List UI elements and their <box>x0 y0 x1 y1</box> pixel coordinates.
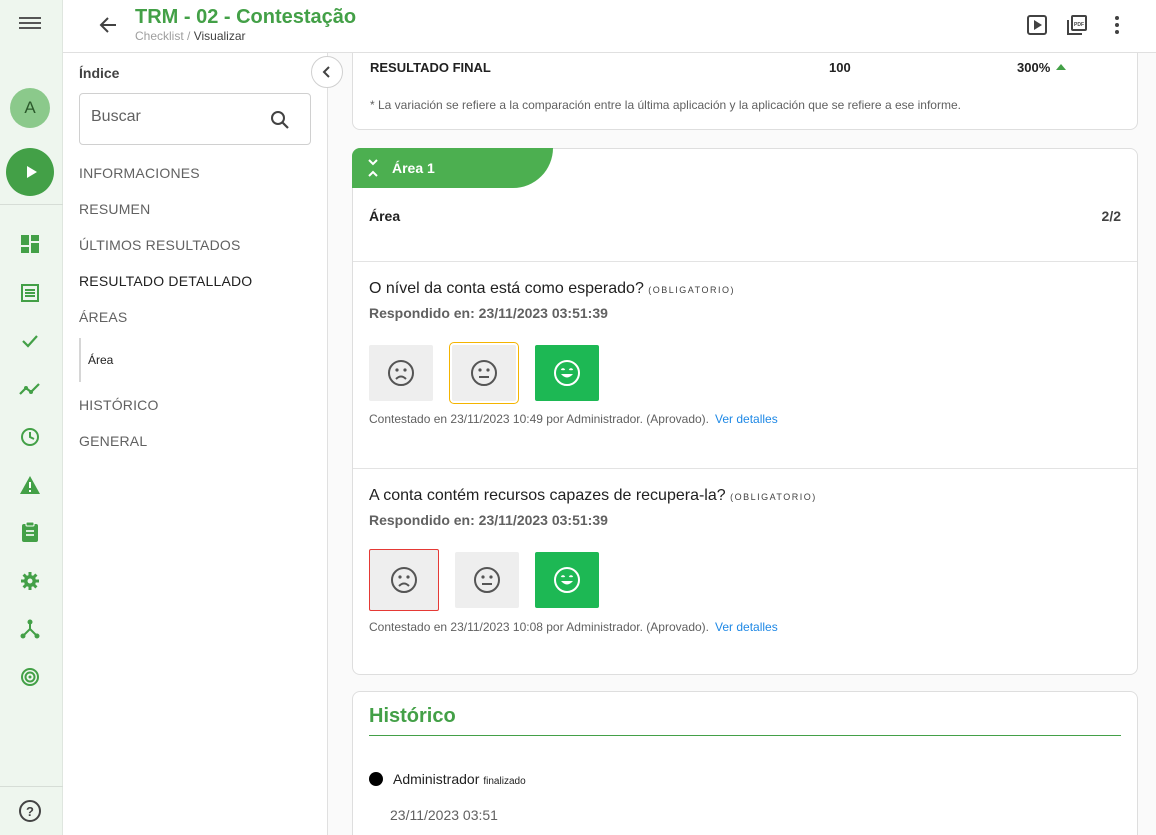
trend-icon[interactable] <box>19 378 41 400</box>
check-icon[interactable] <box>19 330 41 352</box>
question-label: O nível da conta está como esperado? <box>369 280 644 297</box>
avatar[interactable]: A <box>10 88 50 128</box>
warning-icon[interactable] <box>19 474 41 496</box>
resultado-percent-text: 300% <box>1017 60 1051 75</box>
index-panel: Índice INFORMACIONES RESUMEN ÚLTIMOS RES… <box>63 53 328 835</box>
play-button[interactable] <box>6 148 54 196</box>
clipboard-icon[interactable] <box>19 521 41 543</box>
breadcrumb: Checklist / Visualizar <box>135 29 246 43</box>
search-input[interactable] <box>91 108 261 126</box>
question-responded: Respondido en: 23/11/2023 03:51:39 <box>369 305 608 321</box>
search-icon[interactable] <box>270 110 290 130</box>
question-footer: Contestado en 23/11/2023 10:49 por Admin… <box>369 412 778 426</box>
neutral-face-option[interactable] <box>455 552 519 608</box>
area-tab-label: Área 1 <box>392 160 435 176</box>
area-tab[interactable]: Área 1 <box>352 148 553 188</box>
list-icon[interactable] <box>19 282 41 304</box>
required-tag: (OBLIGATORIO) <box>730 492 817 502</box>
question-label: A conta contém recursos capazes de recup… <box>369 487 726 504</box>
sad-face-option[interactable] <box>369 345 433 401</box>
nav-resumen[interactable]: RESUMEN <box>79 201 150 217</box>
question-footer-text: Contestado en 23/11/2023 10:08 por Admin… <box>369 620 710 634</box>
collapse-panel-button[interactable] <box>311 56 343 88</box>
sad-face-icon <box>388 360 414 386</box>
area-name: Área <box>369 208 401 224</box>
question-footer: Contestado en 23/11/2023 10:08 por Admin… <box>369 620 778 634</box>
resultado-card: RESULTADO FINAL 100 300% * La variación … <box>352 53 1138 130</box>
happy-face-option[interactable] <box>535 552 599 608</box>
historico-title: Histórico <box>369 705 456 727</box>
happy-face-option[interactable] <box>535 345 599 401</box>
page-title: TRM - 02 - Contestação <box>135 6 357 28</box>
nav-ultimos-resultados[interactable]: ÚLTIMOS RESULTADOS <box>79 237 241 253</box>
nav-resultado-detallado[interactable]: RESULTADO DETALLADO <box>79 273 252 289</box>
historico-user: Administrador <box>393 771 480 787</box>
question-text: A conta contém recursos capazes de recup… <box>369 487 817 505</box>
divider <box>353 261 1137 262</box>
nav-historico[interactable]: HISTÓRICO <box>79 397 159 413</box>
historico-card: Histórico Administrador finalizado 23/11/… <box>352 691 1138 835</box>
more-vert-icon[interactable] <box>1106 14 1128 36</box>
area-count: 2/2 <box>1101 208 1121 224</box>
historico-date: 23/11/2023 03:51 <box>390 807 498 823</box>
search-box[interactable] <box>79 93 311 145</box>
dashboard-icon[interactable] <box>19 233 41 255</box>
resultado-value: 100 <box>829 60 851 75</box>
index-title: Índice <box>79 65 120 81</box>
rail-bottom-divider <box>0 786 63 787</box>
historico-entry: Administrador finalizado <box>393 771 526 787</box>
question-text: O nível da conta está como esperado? (OB… <box>369 280 735 298</box>
question-responded: Respondido en: 23/11/2023 03:51:39 <box>369 512 608 528</box>
happy-face-icon <box>554 567 580 593</box>
gear-icon[interactable] <box>19 570 41 592</box>
clock-icon[interactable] <box>19 426 41 448</box>
historico-underline <box>369 735 1121 736</box>
neutral-face-option[interactable] <box>449 342 519 404</box>
sad-face-option[interactable] <box>369 549 439 611</box>
neutral-face-icon <box>474 567 500 593</box>
help-icon[interactable]: ? <box>19 800 41 822</box>
resultado-note: * La variación se refiere a la comparaci… <box>370 98 961 112</box>
left-rail: A ? <box>0 0 63 835</box>
arrow-up-icon <box>1056 64 1067 70</box>
resultado-label: RESULTADO FINAL <box>370 60 491 75</box>
collapse-chevron-icon <box>366 158 380 178</box>
question-footer-text: Contestado en 23/11/2023 10:49 por Admin… <box>369 412 710 426</box>
divider <box>353 468 1137 469</box>
historico-status: finalizado <box>483 776 526 787</box>
nav-sub-area[interactable]: Área <box>79 338 113 382</box>
ver-detalles-link[interactable]: Ver detalles <box>715 620 778 634</box>
neutral-face-icon <box>471 360 497 386</box>
breadcrumb-separator: / <box>183 29 194 43</box>
hierarchy-icon[interactable] <box>19 618 41 640</box>
rail-divider <box>0 204 63 205</box>
svg-text:PDF: PDF <box>1074 22 1084 28</box>
top-header: TRM - 02 - Contestação Checklist / Visua… <box>63 0 1156 53</box>
nav-general[interactable]: GENERAL <box>79 433 147 449</box>
breadcrumb-root[interactable]: Checklist <box>135 29 184 43</box>
chevron-left-icon <box>322 66 330 78</box>
area-card: Área 1 Área 2/2 O nível da conta está co… <box>352 148 1138 675</box>
ver-detalles-link[interactable]: Ver detalles <box>715 412 778 426</box>
resultado-percent: 300% <box>1017 60 1067 75</box>
main-content: RESULTADO FINAL 100 300% * La variación … <box>328 53 1156 835</box>
timeline-dot <box>369 772 383 786</box>
play-square-icon[interactable] <box>1026 14 1048 36</box>
back-arrow-icon[interactable] <box>97 14 119 36</box>
nav-informaciones[interactable]: INFORMACIONES <box>79 165 200 181</box>
sad-face-icon <box>391 567 417 593</box>
pdf-icon[interactable]: PDF <box>1066 14 1088 36</box>
radar-icon[interactable] <box>19 666 41 688</box>
required-tag: (OBLIGATORIO) <box>648 285 735 295</box>
happy-face-icon <box>554 360 580 386</box>
nav-areas[interactable]: ÁREAS <box>79 309 127 325</box>
menu-icon[interactable] <box>19 14 41 34</box>
breadcrumb-current: Visualizar <box>193 29 246 43</box>
